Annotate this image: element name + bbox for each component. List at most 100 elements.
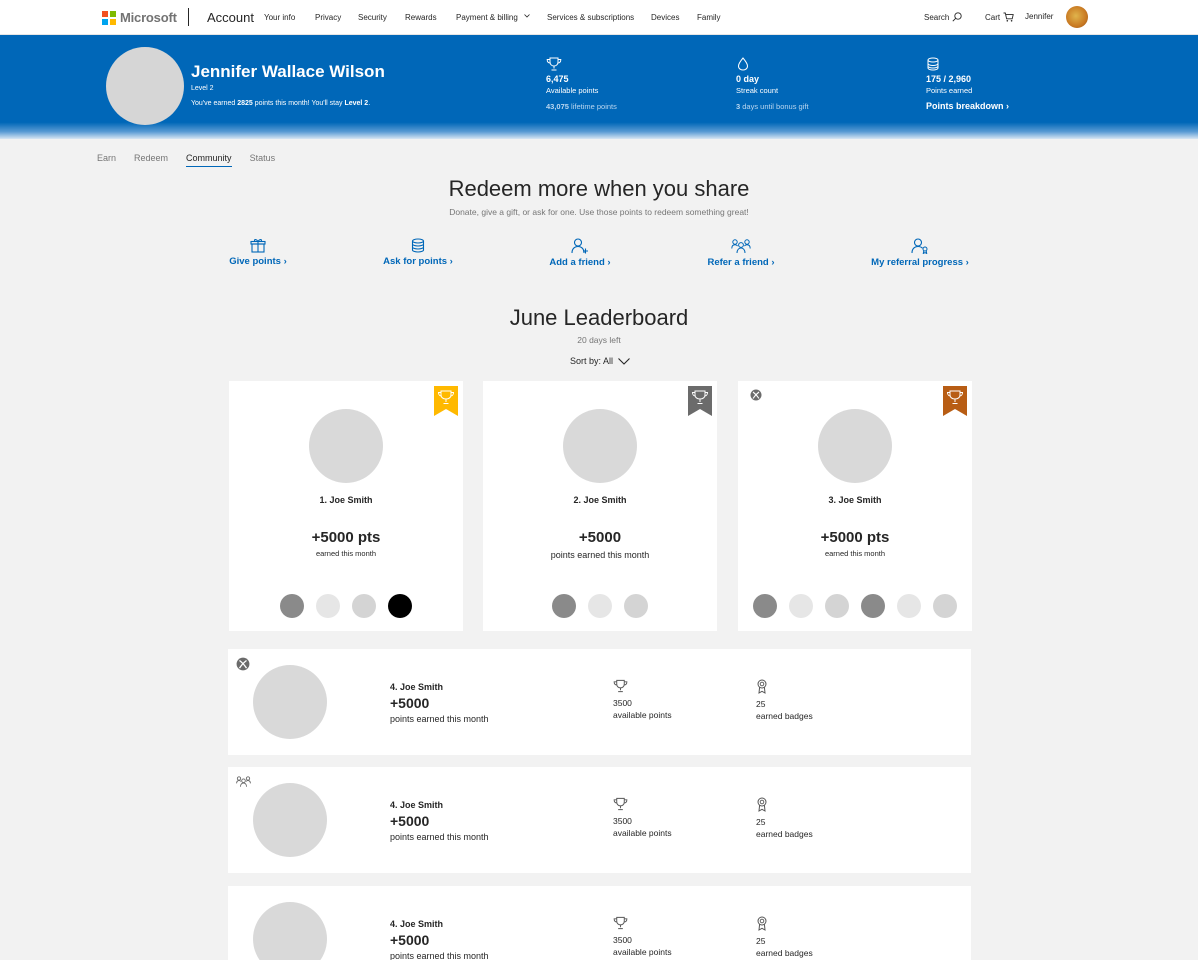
achievement-dot bbox=[352, 594, 376, 618]
add-friend-action[interactable]: Add a friend › bbox=[540, 238, 620, 268]
points-caption: points earned this month bbox=[390, 714, 489, 724]
player-name: 4. Joe Smith bbox=[390, 682, 444, 692]
nav-link-your-info[interactable]: Your info bbox=[264, 13, 295, 22]
nav-link-devices[interactable]: Devices bbox=[651, 13, 679, 22]
avatar bbox=[563, 409, 637, 483]
achievement-dot bbox=[552, 594, 576, 618]
avatar bbox=[253, 902, 327, 960]
trophy-icon bbox=[613, 797, 672, 811]
avatar bbox=[253, 665, 327, 739]
achievement-dots bbox=[229, 594, 463, 618]
profile-level: Level 2 bbox=[191, 85, 214, 92]
points-caption: points earned this month bbox=[390, 832, 489, 842]
nav-account-title[interactable]: Account bbox=[207, 10, 254, 25]
lifetime-points: 43,075 lifetime points bbox=[546, 102, 617, 111]
ask-for-points-action[interactable]: Ask for points › bbox=[368, 238, 468, 267]
available-points-value: 3500 bbox=[613, 816, 632, 826]
player-points: +5000 bbox=[578, 529, 622, 546]
achievement-dot bbox=[280, 594, 304, 618]
leaderboard-card-3[interactable]: 3. Joe Smith +5000 pts earned this month bbox=[738, 381, 972, 631]
chevron-down-icon bbox=[524, 14, 530, 18]
referral-progress-action[interactable]: My referral progress › bbox=[862, 238, 978, 268]
user-avatar[interactable] bbox=[1066, 6, 1088, 28]
share-section-subtitle: Donate, give a gift, or ask for one. Use… bbox=[449, 207, 749, 217]
user-menu[interactable]: Jennifer bbox=[1025, 12, 1053, 21]
nav-link-security[interactable]: Security bbox=[358, 13, 387, 22]
coin-stack-icon bbox=[926, 57, 1009, 71]
points-earned-value: 175 / 2,960 bbox=[926, 74, 972, 84]
refer-friend-action[interactable]: Refer a friend › bbox=[695, 238, 787, 268]
nav-link-services-subscriptions[interactable]: Services & subscriptions bbox=[547, 13, 634, 22]
tab-community[interactable]: Community bbox=[186, 153, 232, 167]
search-label: Search bbox=[924, 12, 950, 22]
available-points-label: available points bbox=[613, 947, 672, 957]
trophy-icon bbox=[546, 57, 617, 71]
leaderboard-row[interactable]: 4. Joe Smith +5000 points earned this mo… bbox=[228, 886, 971, 960]
silver-medal-ribbon-icon bbox=[688, 386, 712, 416]
referral-progress-label: My referral progress › bbox=[871, 257, 969, 268]
badges-label: earned badges bbox=[756, 948, 813, 958]
leaderboard-title: June Leaderboard bbox=[509, 305, 689, 330]
tab-redeem[interactable]: Redeem bbox=[134, 153, 168, 167]
leaderboard-row[interactable]: 4. Joe Smith +5000 points earned this mo… bbox=[228, 649, 971, 755]
leaderboard-row[interactable]: 4. Joe Smith +5000 points earned this mo… bbox=[228, 767, 971, 873]
player-name: 4. Joe Smith bbox=[390, 800, 444, 810]
tab-earn[interactable]: Earn bbox=[97, 153, 116, 167]
player-points: +5000 bbox=[390, 813, 430, 829]
available-points-column: 3500 available points bbox=[613, 797, 672, 839]
points-caption: earned this month bbox=[315, 549, 377, 558]
ribbon-badge-icon bbox=[756, 797, 813, 812]
cart-label: Cart bbox=[985, 12, 1001, 22]
player-points: +5000 pts bbox=[820, 529, 890, 546]
top-navigation: Microsoft Account Your info Privacy Secu… bbox=[0, 0, 1198, 35]
sort-label: Sort by: All bbox=[570, 356, 614, 366]
sort-dropdown[interactable]: Sort by: All bbox=[570, 356, 630, 366]
nav-link-rewards[interactable]: Rewards bbox=[405, 13, 437, 22]
streak-label: Streak count bbox=[736, 86, 779, 95]
points-breakdown-link[interactable]: Points breakdown › bbox=[926, 101, 1009, 111]
group-people-icon bbox=[695, 238, 787, 254]
available-points-value: 6,475 bbox=[546, 74, 569, 84]
ribbon-badge-icon bbox=[756, 679, 813, 694]
player-points: +5000 bbox=[390, 932, 430, 948]
available-points-column: 3500 available points bbox=[613, 679, 672, 721]
brand-name: Microsoft bbox=[120, 10, 177, 25]
chevron-down-icon bbox=[618, 357, 630, 365]
nav-link-family[interactable]: Family bbox=[697, 13, 721, 22]
player-name: 3. Joe Smith bbox=[828, 495, 882, 505]
give-points-action[interactable]: Give points › bbox=[218, 238, 298, 267]
available-points-label: Available points bbox=[546, 86, 599, 95]
nav-link-payment-billing[interactable]: Payment & billing bbox=[456, 13, 518, 22]
player-name: 2. Joe Smith bbox=[573, 495, 627, 505]
earned-badges-column: 25 earned badges bbox=[756, 916, 813, 959]
bonus-gift-countdown: 3 days until bonus gift bbox=[736, 102, 809, 111]
search-button[interactable]: Search bbox=[924, 12, 963, 22]
avatar bbox=[818, 409, 892, 483]
rewards-tabs: Earn Redeem Community Status bbox=[97, 153, 293, 167]
cart-button[interactable]: Cart bbox=[985, 12, 1014, 22]
achievement-dot bbox=[388, 594, 412, 618]
player-points: +5000 pts bbox=[311, 529, 381, 546]
leaderboard-card-2[interactable]: 2. Joe Smith +5000 points earned this mo… bbox=[483, 381, 717, 631]
streak-value: 0 day bbox=[736, 74, 760, 84]
bronze-medal-ribbon-icon bbox=[943, 386, 967, 416]
badges-label: earned badges bbox=[756, 711, 813, 721]
nav-link-privacy[interactable]: Privacy bbox=[315, 13, 341, 22]
stat-available-points: 6,475 Available points 43,075 lifetime p… bbox=[546, 57, 617, 112]
leaderboard-card-1[interactable]: 1. Joe Smith +5000 pts earned this month bbox=[229, 381, 463, 631]
cart-icon bbox=[1003, 12, 1014, 22]
xbox-icon bbox=[236, 657, 250, 671]
player-points: +5000 bbox=[390, 695, 430, 711]
badges-value: 25 bbox=[756, 699, 766, 709]
achievement-dot bbox=[789, 594, 813, 618]
share-section-title: Redeem more when you share bbox=[448, 176, 750, 201]
microsoft-logo[interactable]: Microsoft bbox=[102, 10, 177, 25]
coin-stack-icon bbox=[368, 238, 468, 253]
points-caption: earned this month bbox=[824, 549, 886, 558]
ask-for-points-label: Ask for points › bbox=[383, 256, 453, 267]
profile-name: Jennifer Wallace Wilson bbox=[191, 62, 385, 81]
add-friend-label: Add a friend › bbox=[549, 257, 611, 268]
leaderboard-days-left: 20 days left bbox=[577, 335, 621, 345]
tab-status[interactable]: Status bbox=[250, 153, 276, 167]
achievement-dot bbox=[861, 594, 885, 618]
